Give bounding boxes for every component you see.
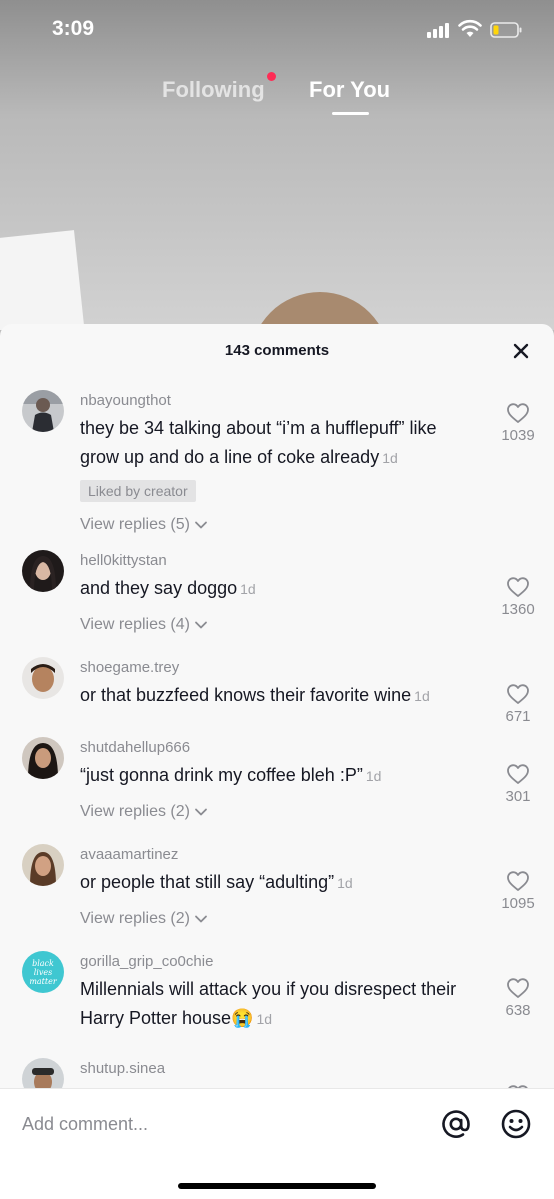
comment-username[interactable]: shoegame.trey — [80, 643, 474, 676]
comment-text: or that buzzfeed knows their favorite wi… — [80, 681, 474, 711]
comment-item: shoegame.trey or that buzzfeed knows the… — [0, 643, 554, 725]
view-replies-label: View replies (2) — [80, 910, 190, 927]
wifi-icon — [458, 19, 482, 37]
comments-header: 143 comments — [0, 324, 554, 376]
like-count: 1360 — [501, 601, 535, 618]
comment-body: or people that still say “adulting” — [80, 872, 335, 892]
view-replies-label: View replies (2) — [80, 803, 190, 820]
heart-outline-icon — [507, 978, 529, 998]
comment-body: “just gonna drink my coffee bleh :P” — [80, 765, 363, 785]
close-icon[interactable] — [510, 340, 532, 362]
tab-following[interactable]: Following — [162, 77, 265, 103]
home-indicator[interactable] — [178, 1183, 376, 1189]
like-count: 638 — [505, 1002, 531, 1019]
comments-sheet: 143 comments nbayoungthot they be 34 tal… — [0, 324, 554, 1199]
like-button[interactable]: 638 — [496, 977, 540, 1019]
view-replies-button[interactable]: View replies (5) — [80, 516, 474, 534]
avatar[interactable] — [22, 737, 64, 779]
comment-body: and they say doggo — [80, 578, 238, 598]
battery-icon — [490, 22, 522, 38]
avatar[interactable] — [22, 550, 64, 592]
comment-age: 1d — [414, 688, 430, 704]
chevron-down-icon — [195, 808, 207, 816]
chevron-down-icon — [195, 915, 207, 923]
comment-text: Millennials will attack you if you disre… — [80, 975, 474, 1034]
comment-username[interactable]: shutup.sinea — [80, 1044, 474, 1077]
like-count: 1039 — [501, 427, 535, 444]
comment-item: avaaamartinez or people that still say “… — [0, 830, 554, 937]
heart-outline-icon — [507, 684, 529, 704]
comment-item: nbayoungthot they be 34 talking about “i… — [0, 376, 554, 536]
comment-age: 1d — [256, 1011, 273, 1027]
chevron-down-icon — [195, 621, 207, 629]
avatar[interactable] — [22, 844, 64, 886]
status-time: 3:09 — [52, 17, 95, 40]
view-replies-label: View replies (4) — [80, 616, 190, 633]
heart-outline-icon — [507, 871, 529, 891]
comment-item: black lives matter gorilla_grip_co0chie … — [0, 937, 554, 1044]
view-replies-button[interactable]: View replies (2) — [80, 910, 474, 928]
comment-item: hell0kittystan and they say doggo 1d View… — [0, 536, 554, 643]
avatar[interactable]: black lives matter — [22, 951, 64, 993]
avatar[interactable] — [22, 1058, 64, 1088]
like-button[interactable]: 1360 — [496, 576, 540, 618]
like-button[interactable]: 1095 — [496, 870, 540, 912]
avatar-text: black lives matter — [29, 958, 57, 986]
comment-text: or people that still say “adulting” 1d — [80, 868, 474, 898]
comment-username[interactable]: shutdahellup666 — [80, 723, 474, 756]
view-replies-button[interactable]: View replies (4) — [80, 616, 474, 634]
view-replies-label: View replies (5) — [80, 516, 190, 533]
comment-age: 1d — [382, 450, 398, 466]
comment-age: 1d — [365, 768, 382, 784]
liked-by-creator-badge: Liked by creator — [80, 480, 196, 502]
avatar[interactable] — [22, 390, 64, 432]
heart-outline-icon — [507, 403, 529, 423]
comment-username[interactable]: gorilla_grip_co0chie — [80, 937, 474, 970]
comment-text: they be 34 talking about “i’m a hufflepu… — [80, 414, 474, 473]
like-count: 1095 — [501, 895, 535, 912]
signal-icon — [427, 22, 449, 38]
comment-input-bar — [0, 1088, 554, 1199]
emoji-icon[interactable] — [500, 1108, 532, 1140]
comment-count: 143 comments — [224, 342, 330, 359]
add-comment-input[interactable] — [22, 1109, 412, 1139]
comment-age: 1d — [240, 581, 256, 597]
like-button[interactable]: 671 — [496, 683, 540, 725]
paper-shape — [0, 230, 86, 330]
comment-item: shutdahellup666 “just gonna drink my cof… — [0, 723, 554, 830]
chevron-down-icon — [195, 521, 207, 529]
comment-username[interactable]: nbayoungthot — [80, 376, 474, 409]
like-button[interactable]: 1039 — [496, 402, 540, 444]
view-replies-button[interactable]: View replies (2) — [80, 803, 474, 821]
feed-tabs: Following For You — [0, 72, 554, 122]
comment-username[interactable]: avaaamartinez — [80, 830, 474, 863]
comment-username[interactable]: hell0kittystan — [80, 536, 474, 569]
comment-item: shutup.sinea — [0, 1044, 554, 1088]
tab-for-you[interactable]: For You — [309, 77, 390, 103]
comment-list[interactable]: nbayoungthot they be 34 talking about “i… — [0, 376, 554, 1088]
at-icon[interactable] — [440, 1108, 472, 1140]
heart-outline-icon — [507, 577, 529, 597]
comment-age: 1d — [337, 875, 353, 891]
like-button[interactable]: 301 — [496, 763, 540, 805]
avatar[interactable] — [22, 657, 64, 699]
comment-text: and they say doggo 1d — [80, 574, 474, 604]
comment-body: or that buzzfeed knows their favorite wi… — [80, 685, 412, 705]
notification-dot — [267, 72, 276, 81]
like-count: 301 — [505, 788, 531, 805]
active-tab-indicator — [332, 112, 369, 115]
status-bar: 3:09 — [0, 0, 554, 60]
heart-outline-icon — [507, 764, 529, 784]
comment-text: “just gonna drink my coffee bleh :P” 1d — [80, 761, 474, 791]
